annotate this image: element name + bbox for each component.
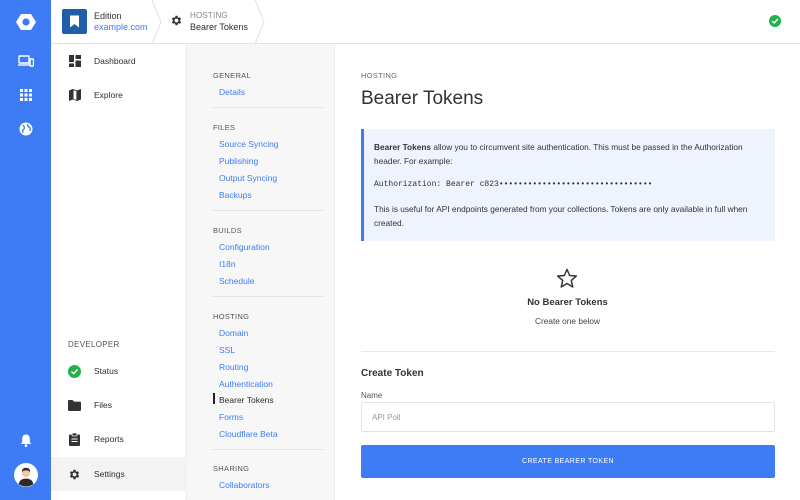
globe-icon[interactable] bbox=[0, 118, 51, 140]
nav-heading-developer: DEVELOPER bbox=[68, 340, 120, 349]
settings-link-details[interactable]: Details bbox=[219, 87, 245, 97]
settings-heading-files: FILES bbox=[213, 123, 236, 132]
current-page-marker bbox=[213, 393, 215, 404]
token-name-input[interactable] bbox=[361, 402, 775, 432]
settings-link-authentication[interactable]: Authentication bbox=[219, 379, 273, 389]
settings-link-publishing[interactable]: Publishing bbox=[219, 156, 258, 166]
divider bbox=[213, 210, 323, 211]
nav-item-label: Settings bbox=[94, 469, 125, 479]
notice-intro: Bearer Tokens allow you to circumvent si… bbox=[374, 140, 765, 168]
settings-link-output-syncing[interactable]: Output Syncing bbox=[219, 173, 277, 183]
app-rail bbox=[0, 0, 51, 500]
settings-link-backups[interactable]: Backups bbox=[219, 190, 252, 200]
status-ok-icon[interactable] bbox=[769, 15, 781, 27]
settings-heading-general: GENERAL bbox=[213, 71, 251, 80]
bell-icon[interactable] bbox=[0, 429, 51, 451]
divider bbox=[213, 107, 323, 108]
empty-subtitle-text: Create one below bbox=[534, 316, 601, 326]
settings-link-i18n[interactable]: I18n bbox=[219, 259, 236, 269]
info-notice: Bearer Tokens allow you to circumvent si… bbox=[361, 129, 775, 241]
create-token-heading: Create Token bbox=[361, 368, 424, 379]
settings-link-forms[interactable]: Forms bbox=[219, 412, 243, 422]
notice-bold: Bearer Tokens bbox=[374, 142, 432, 152]
logo-icon[interactable] bbox=[0, 0, 51, 43]
gear-icon bbox=[68, 468, 81, 481]
nav-item-explore[interactable]: Explore bbox=[51, 78, 187, 112]
settings-link-bearer-tokens[interactable]: Bearer Tokens bbox=[219, 395, 274, 405]
empty-state-title: No Bearer Tokens bbox=[335, 297, 800, 308]
notice-code-example: Authorization: Bearer c823••••••••••••••… bbox=[374, 180, 653, 189]
nav-item-label: Status bbox=[94, 366, 119, 376]
settings-heading-builds: BUILDS bbox=[213, 226, 242, 235]
site-thumbnail[interactable] bbox=[62, 9, 87, 34]
notice-footnote: This is useful for API endpoints generat… bbox=[374, 204, 748, 228]
site-url-link[interactable]: example.com bbox=[94, 22, 148, 33]
settings-link-schedule[interactable]: Schedule bbox=[219, 276, 254, 286]
nav-item-status[interactable]: Status bbox=[51, 354, 187, 388]
section-label: HOSTING bbox=[361, 71, 398, 80]
settings-link-source-syncing[interactable]: Source Syncing bbox=[219, 139, 279, 149]
nav-item-label: Dashboard bbox=[94, 56, 136, 66]
divider bbox=[361, 351, 775, 352]
settings-link-configuration[interactable]: Configuration bbox=[219, 242, 270, 252]
nav-item-label: Reports bbox=[94, 434, 124, 444]
nav-item-label: Files bbox=[94, 400, 112, 410]
divider bbox=[213, 296, 323, 297]
clipboard-icon bbox=[68, 432, 81, 446]
avatar[interactable] bbox=[0, 463, 51, 487]
dashboard-icon bbox=[68, 55, 81, 68]
main-content: HOSTING Bearer Tokens Bearer Tokens allo… bbox=[335, 44, 800, 500]
settings-heading-sharing: SHARING bbox=[213, 464, 250, 473]
site-name[interactable]: Edition bbox=[94, 11, 122, 22]
breadcrumb-separator bbox=[151, 0, 162, 44]
create-bearer-token-button[interactable]: CREATE BEARER TOKEN bbox=[361, 445, 775, 478]
settings-heading-hosting: HOSTING bbox=[213, 312, 250, 321]
bookmark-icon bbox=[70, 15, 79, 28]
settings-link-routing[interactable]: Routing bbox=[219, 362, 248, 372]
site-nav: Dashboard Explore DEVELOPER Status Files bbox=[51, 44, 187, 500]
name-field-label: Name bbox=[361, 391, 383, 400]
settings-link-domain[interactable]: Domain bbox=[219, 328, 248, 338]
nav-item-files[interactable]: Files bbox=[51, 388, 187, 422]
gear-icon bbox=[170, 14, 183, 32]
nav-item-label: Explore bbox=[94, 90, 123, 100]
check-circle-icon bbox=[68, 364, 81, 378]
top-bar: Edition example.com HOSTING Bearer Token… bbox=[51, 0, 800, 44]
settings-link-collaborators[interactable]: Collaborators bbox=[219, 480, 270, 490]
empty-state-subtitle: Create one below bbox=[335, 316, 800, 326]
empty-title-text: No Bearer Tokens bbox=[527, 297, 608, 308]
grid-icon[interactable] bbox=[0, 84, 51, 106]
folder-icon bbox=[68, 399, 81, 412]
devices-icon[interactable] bbox=[0, 50, 51, 72]
settings-menu: GENERAL Details FILES Source Syncing Pub… bbox=[187, 44, 335, 500]
page-title: Bearer Tokens bbox=[361, 88, 484, 109]
nav-item-reports[interactable]: Reports bbox=[51, 422, 187, 456]
settings-link-cloudflare-beta[interactable]: Cloudflare Beta bbox=[219, 429, 278, 439]
breadcrumb-page: Bearer Tokens bbox=[190, 22, 248, 32]
map-icon bbox=[68, 89, 81, 102]
star-icon bbox=[556, 268, 578, 294]
settings-link-ssl[interactable]: SSL bbox=[219, 345, 235, 355]
nav-item-settings[interactable]: Settings bbox=[51, 457, 187, 491]
breadcrumb-separator bbox=[254, 0, 265, 44]
divider bbox=[213, 449, 323, 450]
breadcrumb-section[interactable]: HOSTING bbox=[190, 11, 228, 21]
nav-item-dashboard[interactable]: Dashboard bbox=[51, 44, 187, 78]
